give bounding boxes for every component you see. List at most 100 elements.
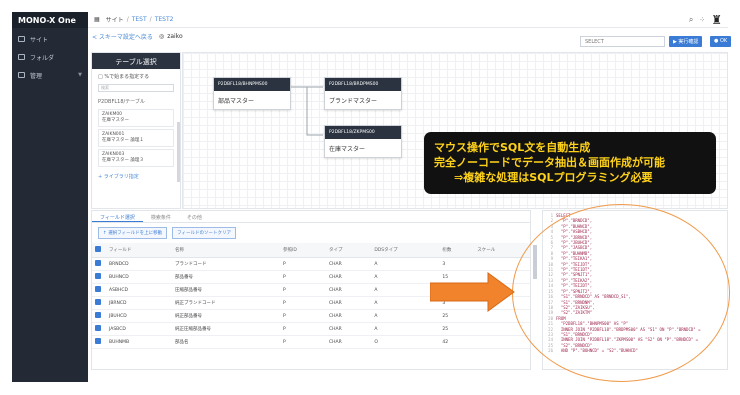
sidebar-item-site[interactable]: サイト	[12, 32, 88, 46]
row-checkbox[interactable]	[92, 335, 106, 349]
prefix-checkbox[interactable]: □ %で始まる指定する	[92, 69, 180, 82]
db-icon: ◎	[158, 32, 165, 40]
library-label: P2DBFL18/テーブル	[98, 99, 145, 105]
user-avatar-icon[interactable]: ♜	[711, 13, 722, 27]
table-cell: 部品番号	[172, 270, 281, 284]
table-cell: P	[280, 322, 327, 336]
arrow-icon	[430, 272, 515, 312]
column-header[interactable]: 参照ID	[280, 243, 327, 258]
table-cell: ブランドコード	[172, 257, 281, 271]
checkbox-label: %で始まる指定する	[104, 74, 150, 80]
table-name: 在庫マスター 論理１	[102, 138, 144, 143]
table-node-bhnpms00[interactable]: P2DBFL18/BHNPMS00 部品マスター	[213, 77, 291, 110]
search-icon[interactable]: ⌕	[689, 15, 693, 25]
menu-icon[interactable]: ▦	[94, 16, 100, 23]
sidebar-item-folder[interactable]: フォルダ	[12, 50, 88, 64]
breadcrumb-site[interactable]: サイト	[106, 15, 124, 24]
table-cell: BRNDCD	[106, 257, 173, 271]
field-actions: ↑ 選択フィールドを上に移動 フィールドのソートクリア	[92, 223, 530, 243]
topbar: ▦ サイト / TEST / TEST2 ⌕ ⁘ ♜	[88, 12, 728, 28]
back-link[interactable]: < スキーマ設定へ戻る	[92, 32, 153, 41]
table-header-row: フィールド 名称 参照ID タイプ DDSタイプ 桁数 スケール	[92, 243, 530, 258]
move-up-button[interactable]: ↑ 選択フィールドを上に移動	[98, 227, 168, 239]
app-frame: MONO-X One サイト フォルダ 管理 ▼ ▦ サイト / TEST / …	[0, 0, 740, 395]
row-checkbox[interactable]	[92, 283, 106, 297]
table-cell: P	[280, 335, 327, 349]
node-body: ブランドマスター	[329, 98, 378, 105]
row-checkbox[interactable]	[92, 257, 106, 271]
tab-other[interactable]: その他	[179, 211, 210, 222]
chevron-down-icon: ▼	[78, 72, 82, 78]
table-cell: 純正ブランドコード	[172, 296, 281, 310]
column-header[interactable]: フィールド	[106, 243, 173, 258]
panel-title: テーブル選択	[92, 53, 180, 69]
table-cell: BUHNCD	[106, 270, 173, 284]
query-type-select[interactable]: SELECT	[580, 36, 665, 47]
node-body: 在庫マスター	[329, 146, 366, 153]
sidebar-item-label: 管理	[30, 72, 43, 80]
apps-icon[interactable]: ⁘	[699, 16, 705, 24]
gear-icon	[18, 72, 25, 78]
row-checkbox[interactable]	[92, 309, 106, 323]
table-cell: P	[280, 257, 327, 271]
select-all-checkbox[interactable]	[92, 243, 106, 258]
column-header[interactable]: 名称	[172, 243, 281, 258]
folder-icon	[18, 54, 25, 60]
list-item[interactable]: ZAIKM00 在庫マスター	[98, 109, 174, 127]
table-cell: P	[280, 296, 327, 310]
table-select-panel: テーブル選択 □ %で始まる指定する 検索 P2DBFL18/テーブル ZAIK…	[91, 52, 181, 209]
row-checkbox[interactable]	[92, 270, 106, 284]
clear-sort-button[interactable]: フィールドのソートクリア	[172, 227, 237, 239]
search-input[interactable]: 検索	[98, 84, 174, 92]
table-row[interactable]: JASBCD 純正圧縮部品番号 P CHAR A 25	[92, 322, 530, 336]
table-cell: 25	[439, 322, 475, 336]
table-cell: 純正圧縮部品番号	[172, 322, 281, 336]
breadcrumb-separator: /	[126, 16, 129, 23]
scrollbar[interactable]	[177, 122, 180, 182]
table-row[interactable]: BUHNMB 部品名 P CHAR O 42	[92, 335, 530, 349]
breadcrumb-test[interactable]: TEST	[132, 16, 147, 23]
highlight-ellipse	[512, 204, 730, 382]
sidebar: MONO-X One サイト フォルダ 管理 ▼	[12, 12, 88, 382]
table-row[interactable]: BRNDCD ブランドコード P CHAR A 3	[92, 257, 530, 271]
ok-button[interactable]: ● OK	[710, 36, 732, 47]
table-name: 在庫マスター 論理３	[102, 158, 144, 163]
table-cell	[474, 335, 530, 349]
tab-field-select[interactable]: フィールド選択	[92, 211, 143, 222]
table-cell: O	[371, 335, 440, 349]
column-header[interactable]: 桁数	[439, 243, 475, 258]
run-check-button[interactable]: ▶ 実行確認	[669, 36, 703, 47]
tab-search-condition[interactable]: 検索条件	[143, 211, 179, 222]
table-cell: P	[280, 309, 327, 323]
table-cell: ASBHCD	[106, 283, 173, 297]
table-cell: P	[280, 283, 327, 297]
page-title: zaiko	[167, 32, 183, 40]
table-cell: 部品名	[172, 335, 281, 349]
table-cell: CHAR	[326, 322, 372, 336]
brand-logo: MONO-X One	[12, 12, 88, 28]
row-checkbox[interactable]	[92, 322, 106, 336]
list-item[interactable]: ZAIKN001 在庫マスター 論理１	[98, 129, 174, 147]
sidebar-item-label: サイト	[30, 36, 49, 44]
table-cell: CHAR	[326, 309, 372, 323]
column-header[interactable]: DDSタイプ	[371, 243, 440, 258]
table-name: 在庫マスター	[102, 118, 129, 123]
list-item[interactable]: ZAIKN003 在庫マスター 論理３	[98, 149, 174, 167]
column-header[interactable]: タイプ	[326, 243, 372, 258]
sidebar-item-admin[interactable]: 管理 ▼	[12, 68, 88, 82]
node-header: P2DBFL18/ZKPMS00	[325, 126, 401, 139]
table-cell: CHAR	[326, 257, 372, 271]
table-cell: CHAR	[326, 296, 372, 310]
table-node-zkpms00[interactable]: P2DBFL18/ZKPMS00 在庫マスター	[324, 125, 402, 158]
table-cell: CHAR	[326, 335, 372, 349]
callout-line: 完全ノーコードでデータ抽出＆画面作成が可能	[434, 156, 665, 169]
table-node-brdpms00[interactable]: P2DBFL18/BRDPMS00 ブランドマスター	[324, 77, 402, 110]
table-cell: JASBCD	[106, 322, 173, 336]
library-link[interactable]: + ライブラリ指定	[92, 169, 180, 184]
node-header: P2DBFL18/BRDPMS00	[325, 78, 401, 91]
table-cell: 純正部品番号	[172, 309, 281, 323]
row-checkbox[interactable]	[92, 296, 106, 310]
breadcrumb-test2[interactable]: TEST2	[155, 16, 174, 23]
table-cell: A	[371, 257, 440, 271]
bottom-tabs: フィールド選択 検索条件 その他	[92, 211, 530, 223]
